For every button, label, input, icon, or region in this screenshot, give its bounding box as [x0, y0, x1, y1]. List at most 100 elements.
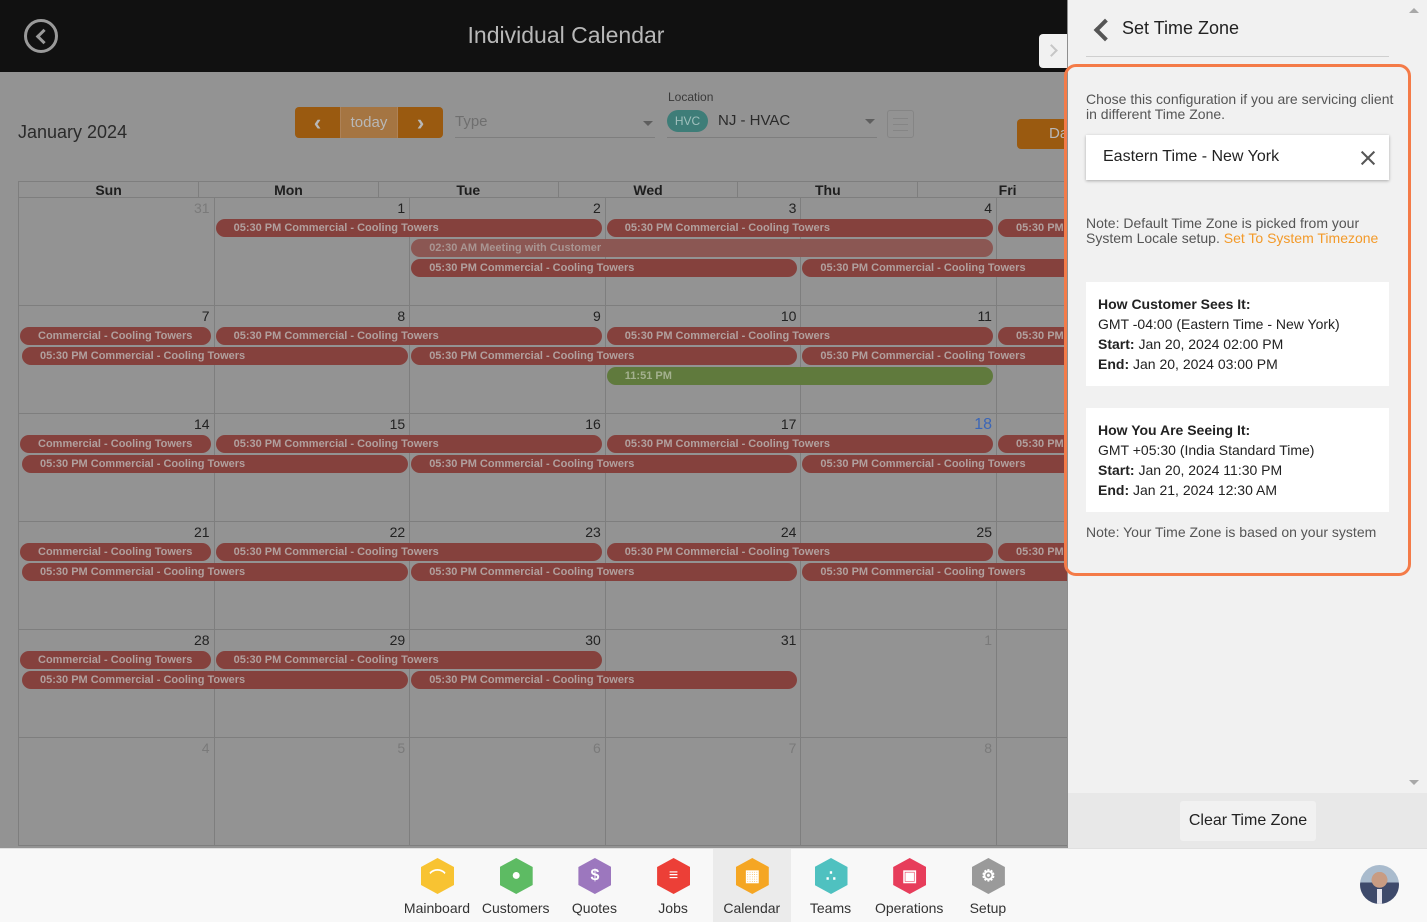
day-number[interactable]: 31 [194, 200, 210, 216]
nav-quotes[interactable]: $ Quotes [555, 849, 633, 922]
event-chip[interactable]: 05:30 PM Commercial - Cooling Towers [22, 563, 409, 581]
event-chip[interactable]: 05:30 PM Commercial - Cooling Towers [411, 347, 798, 365]
chevron-left-icon[interactable] [1090, 17, 1110, 41]
day-number[interactable]: 22 [390, 524, 406, 540]
event-chip[interactable]: Commercial - Cooling Towers [20, 435, 211, 453]
nav-jobs[interactable]: ≡ Jobs [634, 849, 712, 922]
list-view-button[interactable] [887, 110, 914, 138]
day-number[interactable]: 16 [585, 416, 601, 432]
prev-month-button[interactable]: ‹ [295, 107, 340, 138]
event-chip[interactable]: 05:30 PM [998, 435, 1067, 453]
event-chip[interactable]: 05:30 PM Commercial - Cooling Towers [802, 259, 1067, 277]
day-cell[interactable]: 8 [800, 738, 996, 846]
day-number[interactable]: 24 [781, 524, 797, 540]
event-chip[interactable]: 05:30 PM Commercial - Cooling Towers [215, 219, 602, 237]
event-chip[interactable]: 05:30 PM Commercial - Cooling Towers [606, 327, 993, 345]
nav-setup[interactable]: ⚙ Setup [949, 849, 1027, 922]
day-number[interactable]: 3 [789, 200, 797, 216]
day-view-button[interactable]: Da [1017, 119, 1067, 149]
day-number[interactable]: 9 [593, 308, 601, 324]
day-cell[interactable]: 5 [213, 738, 410, 846]
set-system-timezone-link[interactable]: Set To System Timezone [1224, 230, 1379, 246]
event-chip[interactable]: 05:30 PM [998, 327, 1067, 345]
timezone-select[interactable]: Eastern Time - New York [1086, 135, 1389, 180]
timezone-value: Eastern Time - New York [1103, 148, 1280, 165]
event-chip[interactable]: 02:30 AM Meeting with Customer [411, 239, 993, 257]
day-number[interactable]: 7 [202, 308, 210, 324]
day-number[interactable]: 6 [593, 740, 601, 756]
nav-mainboard[interactable]: ⌒ Mainboard [398, 849, 476, 922]
day-number[interactable]: 21 [194, 524, 210, 540]
event-chip[interactable]: 05:30 PM Commercial - Cooling Towers [22, 671, 409, 689]
event-chip[interactable]: 05:30 PM Commercial - Cooling Towers [215, 327, 602, 345]
day-cell[interactable]: 6 [409, 738, 605, 846]
nav-operations[interactable]: ▣ Operations [870, 849, 948, 922]
user-avatar[interactable] [1360, 865, 1399, 904]
day-number[interactable]: 31 [781, 632, 797, 648]
event-chip[interactable]: 05:30 PM Commercial - Cooling Towers [802, 563, 1067, 581]
day-number[interactable]: 18 [974, 416, 992, 434]
day-number[interactable]: 1 [397, 200, 405, 216]
close-icon[interactable] [1359, 149, 1377, 167]
day-cell[interactable]: 1 [800, 630, 996, 738]
event-chip[interactable]: 05:30 PM Commercial - Cooling Towers [606, 543, 993, 561]
event-chip[interactable]: 05:30 PM Commercial - Cooling Towers [802, 455, 1067, 473]
quotes-icon: $ [578, 858, 612, 894]
clear-time-zone-button[interactable]: Clear Time Zone [1180, 801, 1316, 841]
event-chip[interactable]: 05:30 PM [998, 219, 1067, 237]
event-chip[interactable]: 05:30 PM Commercial - Cooling Towers [606, 219, 993, 237]
event-chip-green[interactable]: 11:51 PM [606, 367, 993, 385]
event-chip[interactable]: 05:30 PM Commercial - Cooling Towers [411, 259, 798, 277]
day-number[interactable]: 23 [585, 524, 601, 540]
event-chip[interactable]: 05:30 PM Commercial - Cooling Towers [606, 435, 993, 453]
type-select[interactable]: Type [455, 110, 655, 138]
day-number[interactable]: 10 [781, 308, 797, 324]
day-number[interactable]: 1 [984, 632, 992, 648]
event-chip[interactable]: 05:30 PM Commercial - Cooling Towers [215, 435, 602, 453]
event-chip[interactable]: 05:30 PM Commercial - Cooling Towers [22, 347, 409, 365]
day-cell[interactable] [996, 198, 1067, 306]
event-chip[interactable]: 05:30 PM Commercial - Cooling Towers [215, 543, 602, 561]
event-chip[interactable]: 05:30 PM Commercial - Cooling Towers [22, 455, 409, 473]
event-chip[interactable]: Commercial - Cooling Towers [20, 327, 211, 345]
day-number[interactable]: 28 [194, 632, 210, 648]
collapse-panel-button[interactable] [1039, 34, 1068, 68]
nav-calendar[interactable]: ▦ Calendar [712, 849, 791, 922]
nav-customers[interactable]: ● Customers [477, 849, 555, 922]
day-cell[interactable]: 1 [213, 198, 410, 306]
event-chip[interactable]: 05:30 PM Commercial - Cooling Towers [802, 347, 1067, 365]
day-number[interactable]: 8 [397, 308, 405, 324]
event-chip[interactable]: Commercial - Cooling Towers [20, 543, 211, 561]
event-chip[interactable]: 05:30 PM Commercial - Cooling Towers [411, 563, 798, 581]
scroll-down-icon[interactable] [1409, 780, 1419, 785]
today-button[interactable]: today [340, 107, 398, 138]
day-number[interactable]: 5 [397, 740, 405, 756]
day-number[interactable]: 25 [976, 524, 992, 540]
event-chip[interactable]: 05:30 PM Commercial - Cooling Towers [215, 651, 602, 669]
day-cell[interactable] [996, 630, 1067, 738]
day-number[interactable]: 29 [390, 632, 406, 648]
event-chip[interactable]: 05:30 PM Commercial - Cooling Towers [411, 671, 798, 689]
day-number[interactable]: 15 [390, 416, 406, 432]
day-number[interactable]: 14 [194, 416, 210, 432]
day-number[interactable]: 2 [593, 200, 601, 216]
day-number[interactable]: 4 [984, 200, 992, 216]
list-icon-line [893, 130, 908, 131]
day-number[interactable]: 7 [789, 740, 797, 756]
day-number[interactable]: 8 [984, 740, 992, 756]
next-month-button[interactable]: › [398, 107, 443, 138]
event-chip[interactable]: 05:30 PM [998, 543, 1067, 561]
nav-teams[interactable]: ∴ Teams [792, 849, 870, 922]
location-select[interactable]: HVC NJ - HVAC [667, 108, 877, 138]
day-number[interactable]: 11 [977, 308, 992, 324]
day-cell[interactable] [996, 738, 1067, 846]
day-number[interactable]: 4 [202, 740, 210, 756]
day-number[interactable]: 17 [781, 416, 797, 432]
scroll-up-icon[interactable] [1409, 8, 1419, 13]
day-number[interactable]: 30 [585, 632, 601, 648]
event-chip[interactable]: Commercial - Cooling Towers [20, 651, 211, 669]
day-cell[interactable]: 4 [18, 738, 214, 846]
day-cell[interactable]: 7 [604, 738, 801, 846]
day-cell[interactable]: 31 [18, 198, 214, 306]
event-chip[interactable]: 05:30 PM Commercial - Cooling Towers [411, 455, 798, 473]
